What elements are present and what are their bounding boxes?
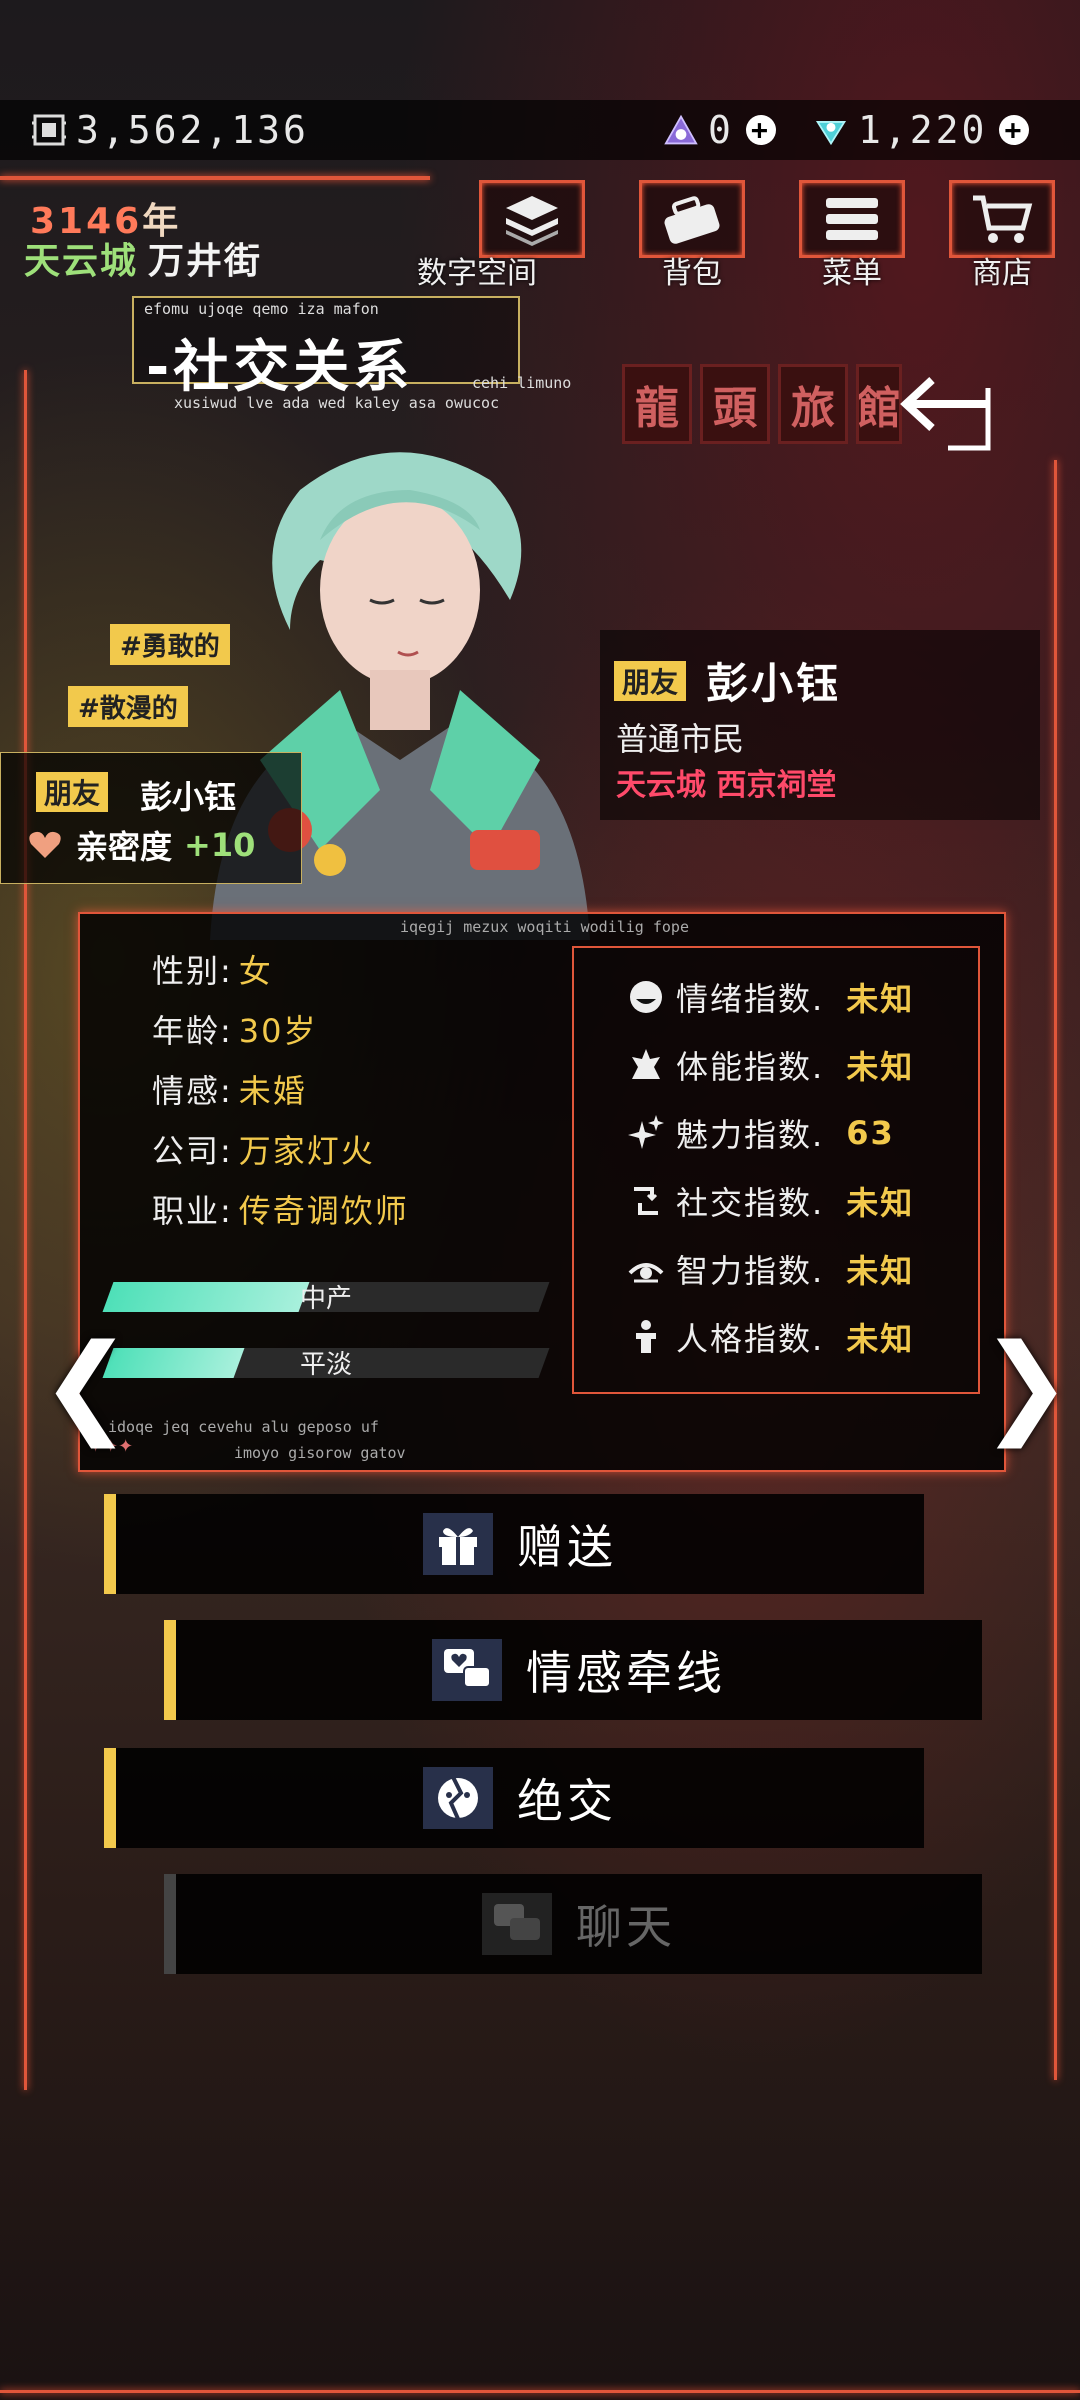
panel-code: idoqe jeq cevehu alu geposo uf xyxy=(108,1418,379,1436)
crystal-currency: 1,220 + xyxy=(814,100,1030,160)
panel-code: imoyo gisorow gatov xyxy=(234,1444,406,1462)
frame-line xyxy=(1054,460,1057,2080)
menu-icon xyxy=(799,180,905,258)
heart-icon xyxy=(29,831,61,858)
character-class: 普通市民 xyxy=(616,720,745,758)
personality-tag: #散漫的 xyxy=(68,686,188,727)
break-mask-icon xyxy=(423,1767,493,1829)
gem-currency: 0 + xyxy=(664,100,776,160)
attr-job: 职业: 传奇调饮师 xyxy=(152,1192,409,1230)
bg-sign: 龍 xyxy=(622,364,692,444)
next-character-button[interactable]: ❯ xyxy=(980,1320,1072,1448)
prev-character-button[interactable]: ❮ xyxy=(40,1320,132,1448)
frame-line xyxy=(0,176,430,180)
index-personality: 人格指数. 未知 xyxy=(628,1314,914,1360)
shop-cart-icon xyxy=(949,180,1055,258)
attr-gender: 性别: 女 xyxy=(152,952,273,990)
digital-space-icon xyxy=(479,180,585,258)
bag-icon xyxy=(639,180,745,258)
frame-line xyxy=(0,2390,1080,2393)
menu-button[interactable]: 菜单 xyxy=(799,180,905,292)
social-icon xyxy=(628,1183,664,1219)
shop-button[interactable]: 商店 xyxy=(949,180,1055,292)
bag-button[interactable]: 背包 xyxy=(639,180,745,292)
crystal-amount: 1,220 xyxy=(858,108,988,152)
digital-space-button[interactable]: 数字空间 xyxy=(417,180,585,292)
panel-code: iqegij mezux woqiti wodilig fope xyxy=(400,918,689,936)
emotion-icon xyxy=(628,979,664,1015)
bg-sign: 頭 xyxy=(700,364,770,444)
stamina-icon xyxy=(628,1047,664,1083)
bg-sign: 旅 xyxy=(778,364,848,444)
attr-age: 年龄: 30岁 xyxy=(152,1012,318,1050)
gem-amount: 0 xyxy=(708,108,734,152)
title-code-top: efomu ujoqe qemo iza mafon xyxy=(144,300,379,318)
personality-tag: #勇敢的 xyxy=(110,624,230,665)
index-social: 社交指数. 未知 xyxy=(628,1178,914,1224)
title-code-bottom: xusiwud lve ada wed kaley asa owucoc xyxy=(174,394,500,412)
character-name-row: 朋友 彭小钰 xyxy=(614,650,841,711)
index-stamina: 体能指数. 未知 xyxy=(628,1042,914,1088)
matchmaking-button[interactable]: 情感牵线 xyxy=(164,1620,982,1720)
back-arrow-icon xyxy=(900,377,991,451)
attr-relationship: 情感: 未婚 xyxy=(152,1072,307,1110)
gem-triangle-icon xyxy=(664,113,698,147)
current-location: 天云城 万井街 xyxy=(24,241,263,282)
chip-icon xyxy=(32,113,66,147)
frame-line xyxy=(24,370,27,2090)
character-location: 天云城 西京祠堂 xyxy=(616,768,837,803)
coin-amount: 3,562,136 xyxy=(76,108,309,152)
gift-icon xyxy=(423,1513,493,1575)
page-title: -社交关系 xyxy=(146,335,414,400)
wealth-label: 中产 xyxy=(300,1284,353,1314)
mood-label: 平淡 xyxy=(300,1350,353,1380)
chat-icon xyxy=(482,1893,552,1955)
chat-heart-icon xyxy=(432,1639,502,1701)
charm-sparkle-icon xyxy=(628,1115,664,1151)
attr-company: 公司: 万家灯火 xyxy=(152,1132,375,1170)
title-code-right: cehi limuno xyxy=(472,374,572,392)
relation-badge: 朋友 xyxy=(36,772,109,812)
intelligence-eye-icon xyxy=(628,1251,664,1287)
gift-button[interactable]: 赠送 xyxy=(104,1494,924,1594)
chat-button[interactable]: 聊天 xyxy=(164,1874,982,1974)
index-charm: 魅力指数. 63 xyxy=(628,1110,895,1156)
index-emotion: 情绪指数. 未知 xyxy=(628,974,914,1020)
coin-currency: 3,562,136 xyxy=(32,100,309,160)
intimacy: 亲密度 +10 xyxy=(28,822,255,868)
index-intelligence: 智力指数. 未知 xyxy=(628,1246,914,1292)
friend-name: 彭小钰 xyxy=(140,778,237,816)
back-button[interactable] xyxy=(888,364,1008,460)
personality-person-icon xyxy=(628,1319,664,1355)
add-crystals-button[interactable]: + xyxy=(999,115,1030,145)
add-gems-button[interactable]: + xyxy=(745,115,776,145)
break-up-button[interactable]: 绝交 xyxy=(104,1748,924,1848)
crystal-icon xyxy=(814,113,848,147)
